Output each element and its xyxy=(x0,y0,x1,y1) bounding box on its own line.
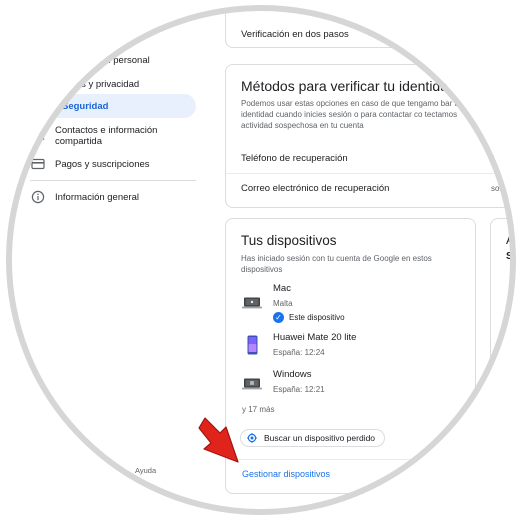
recovery-email-value: sol xyxy=(491,184,502,193)
screenshot-stage: Información personal Datos y privacidad … xyxy=(0,0,520,520)
sidebar-item-label: Datos y privacidad xyxy=(61,78,140,90)
sidebar-item-data-privacy[interactable]: Datos y privacidad xyxy=(30,76,195,92)
two-step-card: Verificación en dos pasos xyxy=(225,0,520,48)
right-card-title: A xyxy=(506,233,515,247)
sidebar-item-label: Contactos e información compartida xyxy=(55,125,158,147)
device-location: Malta xyxy=(273,299,293,308)
check-icon: ✓ xyxy=(273,312,284,323)
verify-methods-card: Métodos para verificar tu identida Podem… xyxy=(225,64,520,208)
device-location: España: 12:24 xyxy=(273,348,325,357)
recovery-phone-row[interactable]: Teléfono de recuperación xyxy=(241,153,348,164)
footer-dots: ... xyxy=(98,466,105,475)
find-lost-device-label: Buscar un dispositivo perdido xyxy=(264,433,376,443)
info-icon xyxy=(30,189,46,205)
card-icon xyxy=(30,156,46,172)
devices-title: Tus dispositivos xyxy=(241,233,337,248)
locate-icon xyxy=(247,433,257,443)
sidebar-item-label: Pagos y suscripciones xyxy=(55,158,150,170)
device-name: Mac xyxy=(273,283,291,294)
sidebar-item-contacts[interactable]: Contactos e información compartida xyxy=(30,125,195,147)
verify-methods-title: Métodos para verificar tu identida xyxy=(241,78,448,94)
sidebar-item-label: Seguridad xyxy=(62,100,109,112)
this-device-flag: ✓ Este dispositivo xyxy=(273,312,345,323)
row-divider xyxy=(226,173,520,174)
people-icon xyxy=(30,127,46,143)
toggle-icon xyxy=(30,76,46,92)
phone-icon xyxy=(247,335,258,360)
sidebar-divider xyxy=(30,180,196,181)
laptop-icon xyxy=(242,377,262,395)
manage-devices-link[interactable]: Gestionar dispositivos xyxy=(242,469,330,479)
sidebar-item-general-info[interactable]: Información general xyxy=(30,189,195,205)
help-link[interactable]: Ayuda xyxy=(135,466,156,475)
device-item-huawei[interactable]: Huawei Mate 20 lite España: 12:24 xyxy=(242,332,452,364)
device-location: España: 12:21 xyxy=(273,385,325,394)
verify-methods-description: Podemos usar estas opciones en caso de q… xyxy=(241,99,462,130)
recovery-phone-value: / xyxy=(492,154,495,163)
sidebar-item-security[interactable]: Seguridad xyxy=(30,94,196,118)
row-divider xyxy=(226,459,477,460)
find-lost-device-button[interactable]: Buscar un dispositivo perdido xyxy=(240,429,386,447)
sidebar-nav: Información personal Datos y privacidad … xyxy=(0,0,205,520)
recovery-email-row[interactable]: Correo electrónico de recuperación xyxy=(241,183,389,194)
sidebar-item-personal-info[interactable]: Información personal xyxy=(30,52,195,68)
sidebar-item-payments[interactable]: Pagos y suscripciones xyxy=(30,156,195,172)
device-name: Windows xyxy=(273,369,312,380)
more-devices-count: y 17 más xyxy=(242,405,275,414)
right-card-subtitle: S xyxy=(506,251,513,262)
sidebar-item-label: Información personal xyxy=(61,54,150,66)
sidebar-item-label: Información general xyxy=(55,191,139,203)
right-side-card: A S xyxy=(490,218,520,494)
two-step-verification-row[interactable]: Verificación en dos pasos xyxy=(241,29,349,40)
device-item-mac[interactable]: Mac Malta ✓ Este dispositivo xyxy=(242,283,452,325)
device-item-windows[interactable]: Windows España: 12:21 xyxy=(242,369,452,401)
devices-card: Tus dispositivos Has iniciado sesión con… xyxy=(225,218,477,494)
this-device-label: Este dispositivo xyxy=(289,313,345,322)
red-arrow-pointer xyxy=(198,417,239,463)
person-icon xyxy=(30,52,46,68)
laptop-icon xyxy=(242,296,262,314)
devices-description: Has iniciado sesión con tu cuenta de Goo… xyxy=(241,254,432,274)
device-name: Huawei Mate 20 lite xyxy=(273,332,357,343)
